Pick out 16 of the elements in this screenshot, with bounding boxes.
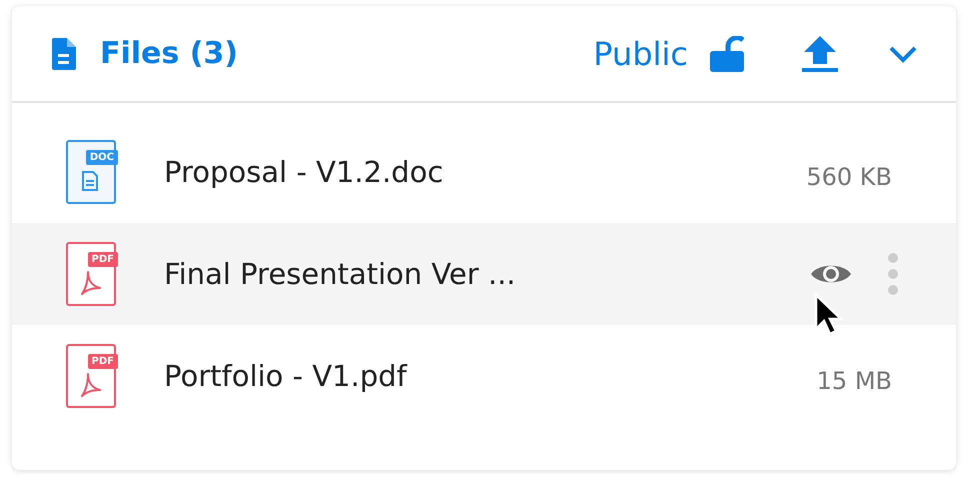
file-name: Final Presentation Ver ...: [164, 257, 517, 291]
doc-file-icon: DOC: [66, 140, 118, 204]
pdf-file-icon: PDF: [66, 344, 118, 408]
chevron-down-button[interactable]: [888, 44, 918, 62]
document-icon: [52, 38, 76, 70]
file-name: Proposal - V1.2.doc: [164, 155, 444, 189]
file-name: Portfolio - V1.pdf: [164, 359, 408, 393]
files-title: Files (3): [100, 36, 240, 71]
file-row[interactable]: PDF Portfolio - V1.pdf 15 MB: [12, 325, 956, 427]
pdf-file-icon: PDF: [66, 242, 118, 306]
upload-button[interactable]: [802, 36, 838, 72]
visibility-label: Public: [593, 34, 688, 72]
lock-button[interactable]: [710, 36, 744, 72]
file-row[interactable]: DOC Proposal - V1.2.doc 560 KB: [12, 121, 956, 223]
file-size: 560 KB: [806, 163, 892, 191]
file-size: 15 MB: [816, 367, 892, 395]
